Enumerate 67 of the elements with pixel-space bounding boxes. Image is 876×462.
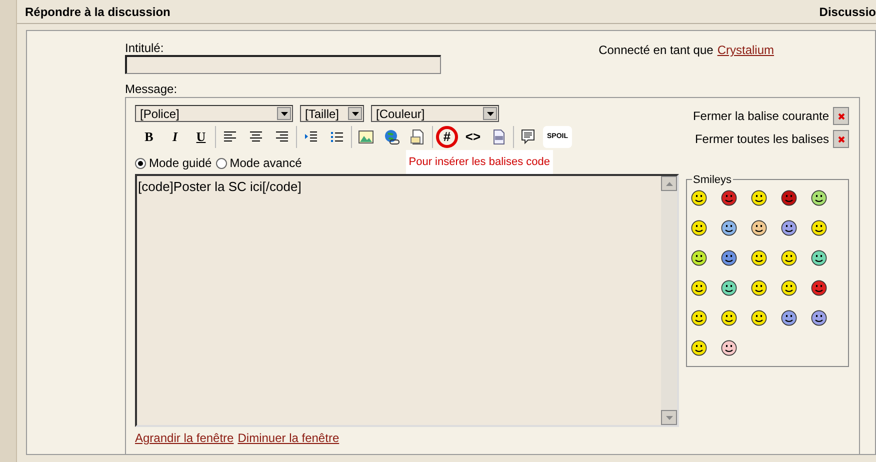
dropdown[interactable]: [Taille]: [300, 105, 364, 122]
smiley-icon[interactable]: [781, 250, 797, 266]
smiley-icon[interactable]: [781, 220, 797, 236]
smiley-icon[interactable]: [691, 310, 707, 326]
smiley-icon[interactable]: [721, 340, 737, 356]
close-tag-label: Fermer toutes les balises: [694, 131, 829, 148]
quote-icon: [520, 129, 536, 145]
close-tag-button[interactable]: [833, 130, 849, 148]
smiley-icon[interactable]: [811, 190, 827, 206]
smiley-icon[interactable]: [751, 190, 767, 206]
smiley-icon[interactable]: [691, 250, 707, 266]
smiley-icon[interactable]: [691, 220, 707, 236]
close-x-icon: [838, 136, 844, 142]
picture-icon: [358, 129, 374, 145]
smiley-icon[interactable]: [751, 250, 767, 266]
mode-radio[interactable]: Mode guidé: [135, 154, 212, 172]
align-right-icon: [275, 131, 289, 143]
bullet-list-icon: [330, 131, 344, 143]
username-link[interactable]: Crystalium: [717, 41, 774, 74]
subject-label: Intitulé:: [125, 41, 165, 55]
close-tag-button[interactable]: [833, 107, 849, 125]
smiley-icon[interactable]: [811, 310, 827, 326]
smiley-icon[interactable]: [691, 280, 707, 296]
logged-in-text: Connecté en tant que: [598, 42, 714, 59]
smiley-icon[interactable]: [811, 250, 827, 266]
smiley-icon[interactable]: [721, 310, 737, 326]
document-icon: [410, 129, 426, 145]
align-center-icon: [249, 131, 263, 143]
smiley-icon[interactable]: [751, 310, 767, 326]
subject-input[interactable]: [125, 55, 441, 74]
smiley-icon[interactable]: [691, 190, 707, 206]
dropdown[interactable]: [Police]: [135, 105, 293, 122]
close-tag-label: Fermer la balise courante: [692, 108, 829, 125]
smiley-icon[interactable]: [781, 190, 797, 206]
tooltip: Pour insérer les balises code: [406, 150, 554, 174]
php-file-icon: [491, 129, 507, 145]
smiley-icon[interactable]: [721, 250, 737, 266]
scrollbar[interactable]: [661, 176, 677, 425]
smiley-icon[interactable]: [811, 220, 827, 236]
indent-icon: [304, 131, 318, 143]
smiley-icon[interactable]: [781, 280, 797, 296]
header-right-title: Discussio: [819, 4, 876, 20]
toolbar-button[interactable]: B: [138, 126, 160, 148]
message-textarea[interactable]: [code]Poster la SC ici[/code]: [135, 174, 679, 427]
mode-radio[interactable]: Mode avancé: [216, 154, 302, 172]
smiley-icon[interactable]: [721, 190, 737, 206]
header-title: Répondre à la discussion: [25, 4, 170, 20]
smiley-icon[interactable]: [691, 340, 707, 356]
resize-link[interactable]: Diminuer la fenêtre: [238, 429, 340, 447]
smileys-title: Smileys: [692, 172, 733, 188]
smiley-icon[interactable]: [751, 280, 767, 296]
smiley-icon[interactable]: [751, 220, 767, 236]
globe-link-icon: [384, 129, 400, 145]
close-x-icon: [838, 112, 844, 120]
dropdown[interactable]: [Couleur]: [371, 105, 499, 122]
smiley-icon[interactable]: [781, 310, 797, 326]
toolbar-button[interactable]: I: [164, 126, 186, 148]
resize-link[interactable]: Agrandir la fenêtre: [135, 429, 234, 447]
scroll-up-icon: [661, 176, 677, 191]
smiley-icon[interactable]: [721, 220, 737, 236]
align-left-icon: [223, 131, 237, 143]
smiley-icon[interactable]: [721, 280, 737, 296]
toolbar-button[interactable]: <>: [462, 126, 484, 148]
message-label: Message:: [125, 82, 178, 96]
toolbar-button[interactable]: U: [190, 126, 212, 148]
smiley-icon[interactable]: [811, 280, 827, 296]
scroll-down-icon: [661, 410, 677, 425]
